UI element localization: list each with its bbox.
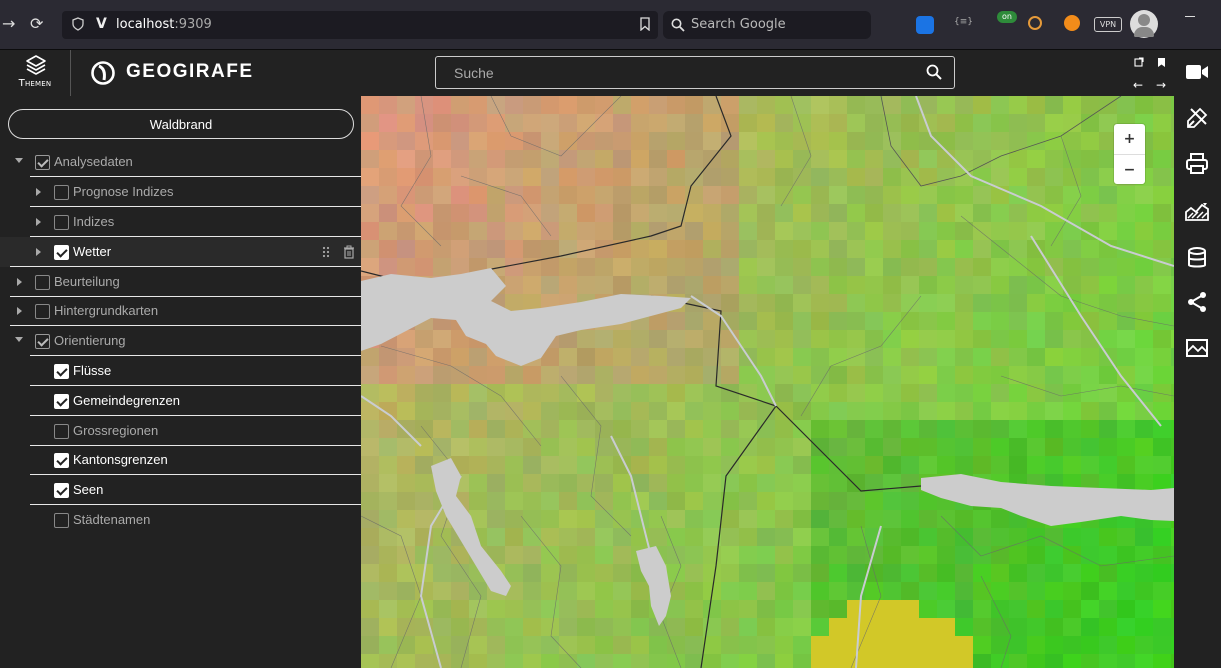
- open-external-icon[interactable]: [1134, 57, 1144, 67]
- chevron-right-icon[interactable]: [17, 307, 22, 315]
- theme-button[interactable]: Waldbrand: [8, 109, 354, 139]
- brand-name: GEOGIRAFE: [126, 61, 254, 82]
- layer-label: Grossregionen: [73, 423, 159, 438]
- url-bar[interactable]: V localhost:9309: [62, 11, 658, 39]
- url-text: localhost:9309: [116, 17, 212, 32]
- zoom-control: + −: [1114, 124, 1145, 184]
- chevron-down-icon[interactable]: [15, 337, 23, 342]
- weather-raster-layer: [361, 96, 1174, 668]
- search-input[interactable]: [436, 57, 916, 88]
- layer-checkbox[interactable]: [35, 155, 50, 170]
- forward-arrow-icon[interactable]: →: [1156, 78, 1166, 92]
- layer-seen[interactable]: Seen: [0, 475, 361, 505]
- extension-on-badge[interactable]: on: [997, 11, 1017, 23]
- layer-label: Indizes: [73, 214, 115, 229]
- layer-label: Prognose Indizes: [73, 184, 174, 199]
- layer-label: Städtenamen: [73, 512, 151, 527]
- layer-group-prognose-indizes[interactable]: Prognose Indizes: [0, 177, 361, 207]
- database-icon[interactable]: [1185, 246, 1209, 270]
- layer-group-wetter[interactable]: Wetter: [0, 237, 361, 267]
- share-icon[interactable]: [1185, 290, 1209, 314]
- layer-checkbox[interactable]: [54, 453, 69, 468]
- extension-cookie-icon[interactable]: [1028, 16, 1042, 30]
- extension-sun-icon[interactable]: [1064, 15, 1080, 31]
- layer-label: Analysedaten: [54, 154, 133, 169]
- drag-handle-icon[interactable]: [321, 246, 331, 258]
- forward-icon[interactable]: →: [2, 14, 15, 33]
- map-raster: [361, 96, 1174, 668]
- map-compare-icon[interactable]: [1185, 336, 1209, 360]
- themes-button[interactable]: Themen: [0, 50, 71, 96]
- layers-icon: [26, 55, 46, 75]
- map-canvas[interactable]: + −: [361, 96, 1174, 668]
- layer-checkbox[interactable]: [35, 304, 50, 319]
- search-icon[interactable]: [926, 64, 942, 80]
- browser-search-placeholder: Search Google: [691, 17, 786, 32]
- draw-tools-icon[interactable]: [1185, 106, 1209, 130]
- layer-label: Wetter: [73, 244, 112, 259]
- layer-checkbox[interactable]: [54, 185, 69, 200]
- chevron-down-icon[interactable]: [15, 158, 23, 163]
- chevron-right-icon[interactable]: [17, 278, 22, 286]
- search-icon: [671, 18, 685, 32]
- chevron-right-icon[interactable]: [36, 188, 41, 196]
- terrain-profile-icon[interactable]: [1185, 200, 1209, 224]
- layer-checkbox[interactable]: [54, 245, 69, 260]
- zoom-out-button[interactable]: −: [1114, 155, 1145, 185]
- chevron-right-icon[interactable]: [36, 218, 41, 226]
- layer-checkbox[interactable]: [54, 215, 69, 230]
- layer-group-orientierung[interactable]: Orientierung: [0, 326, 361, 356]
- layer-checkbox[interactable]: [54, 424, 69, 439]
- vpn-button[interactable]: VPN: [1094, 17, 1122, 32]
- map-search[interactable]: [435, 56, 955, 89]
- layer-checkbox[interactable]: [54, 483, 69, 498]
- layer-fluesse[interactable]: Flüsse: [0, 356, 361, 386]
- layer-label: Orientierung: [54, 333, 126, 348]
- extension-code-icon[interactable]: {≡}: [954, 17, 973, 35]
- brand-logo: GEOGIRAFE: [90, 60, 252, 86]
- trash-icon[interactable]: [343, 245, 355, 259]
- print-icon[interactable]: [1185, 152, 1209, 176]
- video-camera-icon[interactable]: [1185, 60, 1209, 84]
- layer-label: Beurteilung: [54, 274, 120, 289]
- app-header: Themen GEOGIRAFE ← →: [0, 50, 1221, 96]
- layer-gemeindegrenzen[interactable]: Gemeindegrenzen: [0, 386, 361, 416]
- layer-tree-panel: Waldbrand Analysedaten Prognose Indizes …: [0, 96, 361, 668]
- layer-group-indizes[interactable]: Indizes: [0, 207, 361, 237]
- zoom-in-button[interactable]: +: [1114, 124, 1145, 154]
- browser-toolbar: → ⟳ V localhost:9309 Search Google {≡} o…: [0, 0, 1221, 50]
- shield-icon: [72, 17, 84, 31]
- header-mini-controls: ← →: [1128, 54, 1172, 94]
- layer-checkbox[interactable]: [54, 394, 69, 409]
- bookmark-icon[interactable]: [640, 17, 650, 31]
- browser-search-field[interactable]: Search Google: [663, 11, 871, 39]
- layer-label: Kantonsgrenzen: [73, 452, 168, 467]
- layer-label: Hintergrundkarten: [54, 303, 159, 318]
- layer-grossregionen[interactable]: Grossregionen: [0, 416, 361, 446]
- vivaldi-icon: V: [96, 16, 107, 32]
- layer-checkbox[interactable]: [54, 364, 69, 379]
- layer-group-hintergrundkarten[interactable]: Hintergrundkarten: [0, 296, 361, 326]
- themes-label: Themen: [18, 78, 52, 89]
- bookmark-icon[interactable]: [1157, 57, 1166, 68]
- layer-checkbox[interactable]: [35, 275, 50, 290]
- layer-group-beurteilung[interactable]: Beurteilung: [0, 267, 361, 297]
- right-toolbar: [1174, 50, 1221, 668]
- avatar[interactable]: [1130, 10, 1158, 38]
- back-arrow-icon[interactable]: ←: [1133, 78, 1143, 92]
- chevron-right-icon[interactable]: [36, 248, 41, 256]
- layer-checkbox[interactable]: [54, 513, 69, 528]
- layer-label: Seen: [73, 482, 104, 497]
- extension-d-icon[interactable]: [916, 16, 934, 34]
- layer-group-analysedaten[interactable]: Analysedaten: [0, 147, 361, 177]
- layer-label: Gemeindegrenzen: [73, 393, 180, 408]
- minimize-icon[interactable]: [1185, 16, 1195, 17]
- layer-staedtenamen[interactable]: Städtenamen: [0, 505, 361, 535]
- layer-kantonsgrenzen[interactable]: Kantonsgrenzen: [0, 445, 361, 475]
- geogirafe-logo-icon: [91, 61, 115, 85]
- layer-checkbox[interactable]: [35, 334, 50, 349]
- layer-label: Flüsse: [73, 363, 112, 378]
- reload-icon[interactable]: ⟳: [30, 14, 43, 33]
